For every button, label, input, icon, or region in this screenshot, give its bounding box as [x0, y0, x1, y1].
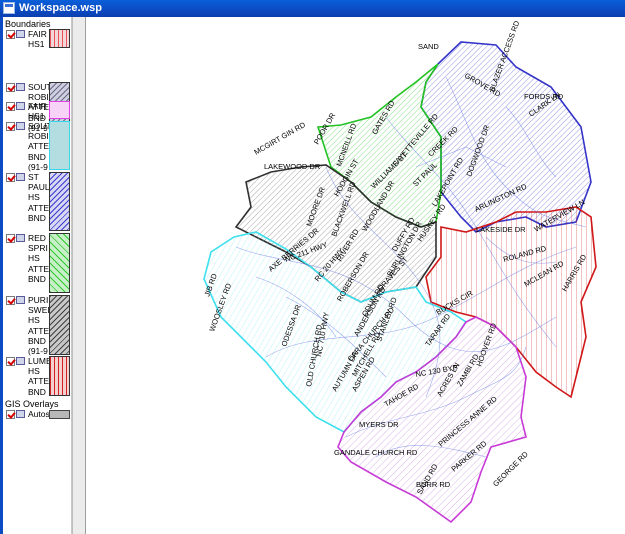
- layer-name-line: BND: [28, 273, 46, 284]
- layer-name-line: SPRI: [28, 243, 48, 254]
- road-label: MCGIRT GIN RD: [253, 120, 308, 157]
- overlay-visibility-checkbox[interactable]: [6, 410, 15, 419]
- layer-name-line: SWEI: [28, 305, 50, 316]
- layer-name: PURI SWEI HS ATTE BND (91-9: [28, 295, 50, 356]
- polygon-layer-icon: [16, 83, 25, 91]
- layer-color-swatch: [49, 356, 70, 396]
- layer-name-line: ATTE: [28, 325, 50, 336]
- layer-type-icon: [16, 410, 25, 418]
- road-label: GEORGE RD: [491, 449, 530, 488]
- road-label: LAKESIDE DR: [476, 225, 526, 234]
- overlay-label: Autos: [28, 409, 50, 419]
- layer-name-line: (91-9: [28, 346, 48, 357]
- layer-color-swatch: [49, 172, 70, 231]
- polygon-layer-icon: [16, 357, 25, 365]
- layer-name-line: HS: [28, 192, 40, 203]
- layer-name-line: HS1: [28, 111, 45, 122]
- layer-name: RED SPRI HS ATTE BND: [28, 233, 49, 284]
- layer-visibility-checkbox[interactable]: [6, 30, 15, 39]
- road-label: LAKEWOOD DR: [264, 162, 321, 171]
- legend-panel: Boundaries FAIR HS1 SOUT ROBI ATTE BND (91-9 FA…: [3, 17, 72, 534]
- layer-name: FAIR HS1: [28, 29, 47, 49]
- overlay-swatch: [49, 410, 70, 419]
- layer-name-line: HS1: [28, 39, 45, 50]
- gis-overlays-header[interactable]: GIS Overlays: [5, 399, 59, 409]
- layer-name-line: ST: [28, 172, 39, 182]
- polygon-layer-icon: [16, 173, 25, 181]
- layer-name-line: PAUL: [28, 182, 50, 193]
- road-label: MYERS DR: [359, 420, 399, 429]
- map-view[interactable]: SAND GROVE RD BLAZER ACCESS RD FORDS RD CLAR…: [86, 17, 625, 534]
- road-label: SAND: [418, 42, 439, 51]
- layer-name-line: FAIR: [28, 29, 47, 39]
- layer-name-line: PURI: [28, 295, 49, 305]
- layer-name-line: ATTE: [28, 202, 50, 213]
- workspace-file-icon: [3, 2, 15, 14]
- road-label: BURR RD: [416, 480, 451, 489]
- legend-scrollbar[interactable]: [72, 17, 86, 534]
- layer-name-line: RED: [28, 233, 46, 243]
- layer-visibility-checkbox[interactable]: [6, 296, 15, 305]
- layer-visibility-checkbox[interactable]: [6, 122, 15, 131]
- boundaries-header[interactable]: Boundaries: [5, 19, 51, 29]
- layer-name-line: BND: [28, 335, 46, 346]
- layer-color-swatch: [49, 101, 70, 119]
- district-map[interactable]: SANDGROVE RDBLAZER ACCESS RDFORDS RDCLAR…: [86, 17, 625, 534]
- layer-name: ST PAUL HS ATTE BND: [28, 172, 50, 223]
- layer-color-swatch: [49, 295, 70, 355]
- road-label: GANDALE CHURCH RD: [334, 448, 418, 457]
- window-title: Workspace.wsp: [19, 2, 102, 14]
- polygon-layer-icon: [16, 30, 25, 38]
- layer-name-line: FAIR: [28, 101, 47, 111]
- polygon-layer-icon: [16, 296, 25, 304]
- window-title-bar: Workspace.wsp: [0, 0, 625, 17]
- layer-visibility-checkbox[interactable]: [6, 83, 15, 92]
- polygon-layer-icon: [16, 234, 25, 242]
- polygon-layer-icon: [16, 102, 25, 110]
- layer-visibility-checkbox[interactable]: [6, 102, 15, 111]
- layer-visibility-checkbox[interactable]: [6, 173, 15, 182]
- polygon-layer-icon: [16, 122, 25, 130]
- layer-name-line: HS: [28, 315, 40, 326]
- layer-name-line: ATTE: [28, 263, 50, 274]
- layer-color-swatch: [49, 29, 70, 48]
- layer-name: FAIR HS1: [28, 101, 47, 121]
- layer-visibility-checkbox[interactable]: [6, 234, 15, 243]
- layer-visibility-checkbox[interactable]: [6, 357, 15, 366]
- layer-name-line: HS: [28, 253, 40, 264]
- layer-color-swatch: [49, 233, 70, 293]
- layer-name-line: BND: [28, 212, 46, 223]
- layer-color-swatch: [49, 121, 70, 170]
